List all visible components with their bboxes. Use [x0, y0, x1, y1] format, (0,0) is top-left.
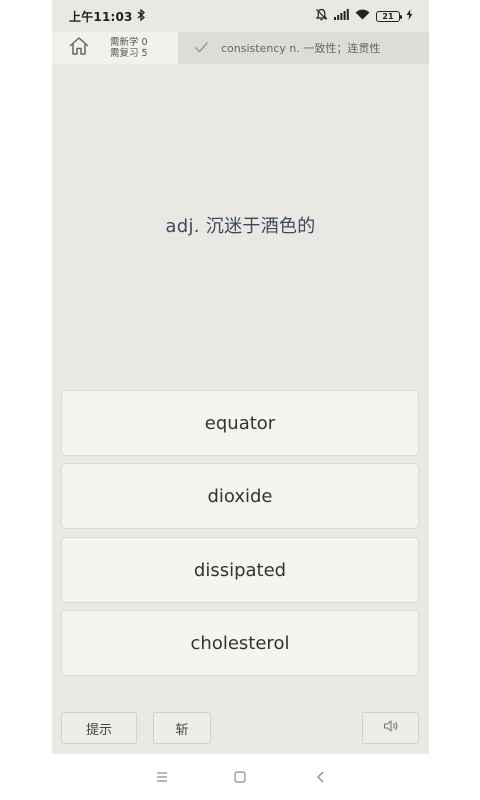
option-button-3[interactable]: dissipated [61, 537, 419, 603]
checkmark-icon [194, 41, 209, 56]
status-bar: 上午11:03 21 [52, 0, 429, 32]
hint-label: 提示 [85, 722, 112, 738]
bluetooth-icon [137, 8, 146, 24]
home-nav-icon[interactable] [229, 766, 251, 788]
battery-level: 21 [382, 11, 394, 21]
signal-icon [334, 9, 349, 23]
charging-icon [406, 9, 413, 23]
mute-bell-icon [315, 8, 328, 24]
option-label: cholesterol [190, 632, 290, 654]
review-words-count: 需复习 5 [110, 48, 148, 59]
cut-label: 斩 [175, 722, 189, 738]
definition-prompt: adj. 沉迷于酒色的 [165, 216, 316, 237]
option-label: dioxide [207, 485, 273, 507]
hint-button[interactable]: 提示 [61, 712, 137, 744]
option-label: dissipated [193, 559, 287, 581]
system-nav-bar [52, 754, 429, 800]
app-screen: 上午11:03 21 需新学 0 需复习 5 consistency n. 一致… [52, 0, 429, 800]
tab-strip: 需新学 0 需复习 5 consistency n. 一致性；连贯性 [52, 32, 429, 64]
option-button-2[interactable]: dioxide [61, 463, 419, 529]
previous-word-text: consistency n. 一致性；连贯性 [221, 42, 381, 55]
home-icon[interactable] [68, 36, 90, 60]
option-button-1[interactable]: equator [61, 390, 419, 456]
study-counts: 需新学 0 需复习 5 [110, 37, 148, 59]
option-label: equator [204, 412, 276, 434]
speaker-icon [383, 719, 399, 737]
wifi-icon [355, 9, 370, 23]
status-time: 上午11:03 [69, 9, 133, 24]
pronounce-button[interactable] [362, 712, 419, 744]
option-button-4[interactable]: cholesterol [61, 610, 419, 676]
home-tab[interactable]: 需新学 0 需复习 5 [52, 32, 178, 64]
new-words-count: 需新学 0 [110, 37, 148, 48]
previous-word-tab[interactable]: consistency n. 一致性；连贯性 [178, 32, 429, 64]
battery-icon: 21 [376, 10, 402, 22]
back-icon[interactable] [309, 766, 331, 788]
menu-icon[interactable] [151, 766, 173, 788]
cut-button[interactable]: 斩 [153, 712, 211, 744]
